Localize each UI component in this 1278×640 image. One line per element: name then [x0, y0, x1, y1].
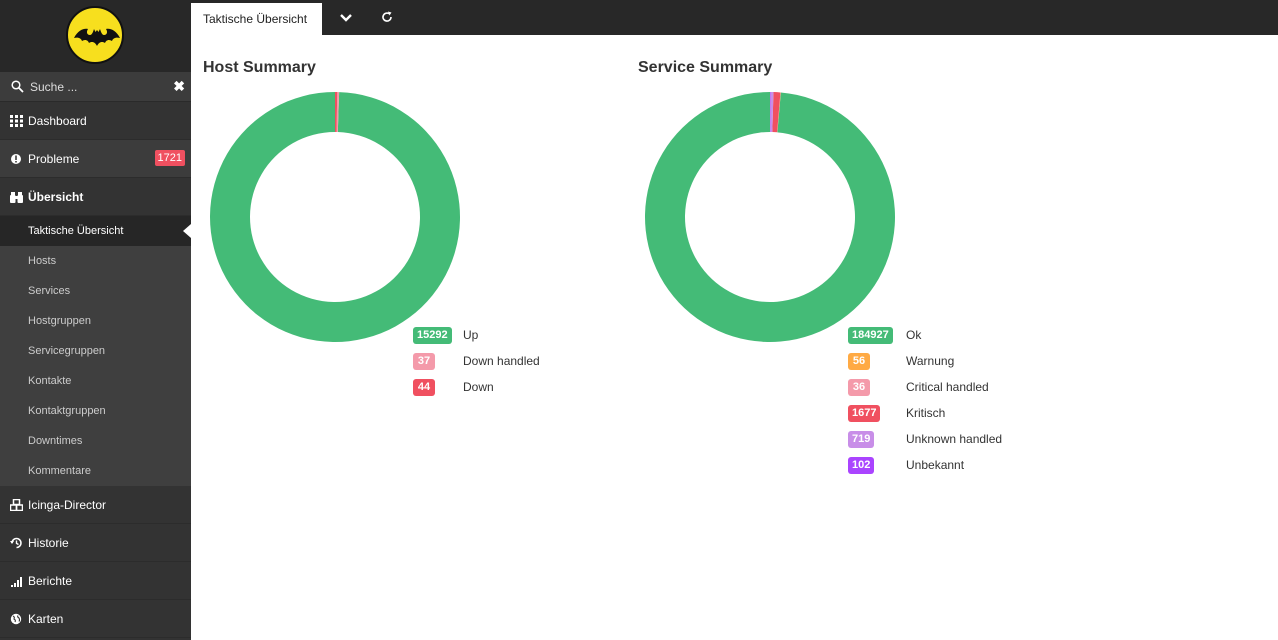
subnav-item-kontakte[interactable]: Kontakte [0, 366, 191, 396]
subnav-item-label: Kontakte [28, 375, 72, 387]
legend-item-unbekannt[interactable]: 102 Unbekannt [848, 452, 964, 478]
legend-count-badge: 102 [848, 456, 875, 474]
legend-label: Unknown handled [906, 432, 1003, 446]
tab-label: Taktische Übersicht [203, 12, 308, 26]
subnav-item-label: Hosts [28, 255, 57, 267]
subnav-item-hosts[interactable]: Hosts [0, 246, 191, 276]
sidebar-item-berichte[interactable]: Berichte [0, 562, 191, 600]
legend-item-down[interactable]: 44 Down [413, 374, 494, 400]
subnav-item-label: Kontaktgruppen [28, 405, 106, 417]
sidebar-item-label: Probleme [28, 151, 80, 166]
host-summary-legend: 15292 Up 37 Down handled 44 Down [413, 322, 540, 400]
sidebar-item-label: Dashboard [28, 113, 87, 128]
tab-bar: Taktische Übersicht [191, 0, 1278, 35]
service-summary-title: Service Summary [638, 59, 773, 76]
legend-item-critical-handled[interactable]: 36 Critical handled [848, 374, 989, 400]
legend-count-badge: 36 [848, 378, 870, 396]
sidebar-item-label: Karten [28, 611, 64, 626]
legend-label: Down handled [463, 354, 540, 368]
problem-count-badge: 1721 [154, 150, 185, 166]
legend-item-kritisch[interactable]: 1677 Kritisch [848, 400, 945, 426]
legend-item-warnung[interactable]: 56 Warnung [848, 348, 954, 374]
dashboard-icon [10, 114, 23, 127]
subnav-item-hostgruppen[interactable]: Hostgruppen [0, 306, 191, 336]
sidebar-item-probleme[interactable]: Probleme 1721 [0, 140, 191, 178]
sidebar-item-karten[interactable]: Karten [0, 600, 191, 638]
search-box: ✖ [0, 72, 191, 102]
sidebar-item-icinga-director[interactable]: Icinga-Director [0, 486, 191, 524]
chevron-down-icon[interactable] [337, 10, 355, 26]
legend-count-badge: 719 [848, 430, 875, 448]
service-summary-panel: Service Summary 184927 Ok 56 Warnung 36 … [626, 35, 1086, 495]
alert-icon [11, 153, 21, 164]
subnav-item-label: Taktische Übersicht [28, 225, 124, 237]
subnav-item-downtimes[interactable]: Downtimes [0, 426, 191, 456]
legend-item-down-handled[interactable]: 37 Down handled [413, 348, 540, 374]
search-input[interactable] [30, 79, 170, 94]
legend-label: Kritisch [906, 406, 946, 420]
search-icon [11, 80, 24, 93]
legend-item-unknown-handled[interactable]: 719 Unknown handled [848, 426, 1002, 452]
subnav-item-kontaktgruppen[interactable]: Kontaktgruppen [0, 396, 191, 426]
app-window: ✖ Dashboard Probleme 1721 [0, 0, 1278, 640]
subnav-uebersicht: Taktische Übersicht Hosts Services Hostg… [0, 216, 191, 486]
legend-label: Down [463, 380, 494, 394]
close-icon[interactable]: ✖ [173, 78, 185, 94]
host-summary-title: Host Summary [203, 59, 316, 76]
legend-label: Unbekannt [906, 458, 965, 472]
sidebar-item-label: Berichte [28, 573, 73, 588]
service-summary-donut-chart[interactable] [644, 91, 896, 343]
legend-count-badge: 1677 [848, 404, 881, 422]
binoculars-icon [10, 191, 23, 203]
cubes-icon [10, 498, 23, 511]
subnav-item-label: Kommentare [28, 465, 91, 477]
batman-logo[interactable] [66, 6, 124, 64]
history-icon [10, 537, 22, 548]
legend-count-badge: 15292 [413, 326, 452, 344]
subnav-item-servicegruppen[interactable]: Servicegruppen [0, 336, 191, 366]
service-summary-legend: 184927 Ok 56 Warnung 36 Critical handled… [848, 322, 1002, 478]
sidebar-item-dashboard[interactable]: Dashboard [0, 102, 191, 140]
sidebar: ✖ Dashboard Probleme 1721 [0, 0, 191, 640]
legend-label: Up [463, 328, 479, 342]
subnav-item-services[interactable]: Services [0, 276, 191, 306]
host-summary-panel: Host Summary 15292 Up 37 Down handled 44… [191, 35, 621, 455]
chart-bars-icon [11, 576, 22, 587]
legend-label: Warnung [906, 354, 955, 368]
legend-count-badge: 184927 [848, 326, 893, 344]
subnav-item-label: Hostgruppen [28, 315, 91, 327]
main-content: Host Summary 15292 Up 37 Down handled 44… [191, 35, 1278, 640]
sidebar-item-label: Übersicht [28, 189, 84, 204]
subnav-item-kommentare[interactable]: Kommentare [0, 456, 191, 486]
host-summary-donut-chart[interactable] [209, 91, 461, 343]
tab-taktische-uebersicht[interactable]: Taktische Übersicht [191, 3, 322, 35]
legend-label: Critical handled [906, 380, 989, 394]
legend-item-ok[interactable]: 184927 Ok [848, 322, 921, 348]
legend-count-badge: 37 [413, 352, 435, 370]
subnav-item-label: Services [28, 285, 71, 297]
globe-icon [10, 613, 22, 624]
subnav-item-label: Downtimes [28, 435, 83, 447]
refresh-icon[interactable] [381, 11, 393, 23]
legend-label: Ok [906, 328, 922, 342]
subnav-item-label: Servicegruppen [28, 345, 106, 357]
sidebar-item-historie[interactable]: Historie [0, 524, 191, 562]
legend-item-up[interactable]: 15292 Up [413, 322, 478, 348]
sidebar-item-label: Icinga-Director [28, 497, 107, 512]
legend-count-badge: 56 [848, 352, 870, 370]
subnav-item-taktische-uebersicht[interactable]: Taktische Übersicht [0, 216, 191, 246]
sidebar-item-uebersicht[interactable]: Übersicht [0, 178, 191, 216]
legend-count-badge: 44 [413, 378, 435, 396]
logo-area [0, 0, 191, 72]
sidebar-item-label: Historie [28, 535, 69, 550]
